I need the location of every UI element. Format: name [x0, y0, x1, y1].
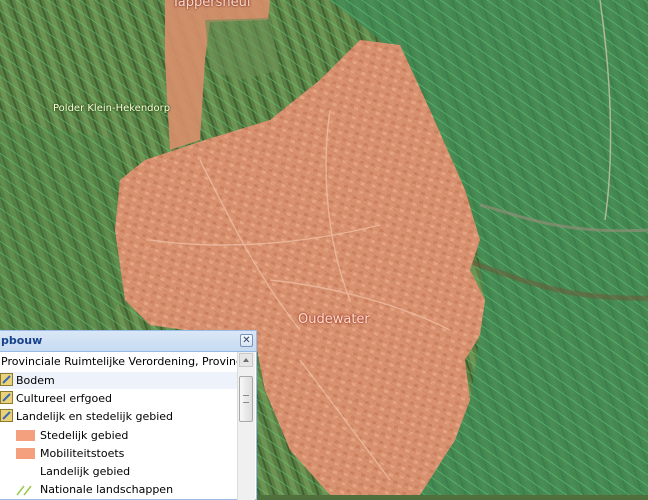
layer-label: Bodem — [16, 374, 55, 387]
green-park — [205, 18, 280, 80]
layer-label: Mobiliteitstoets — [40, 447, 125, 460]
place-label-polder-klein-hekendorp: Polder Klein-Hekendorp — [53, 103, 171, 114]
layer-group-cultureel-erfgoed[interactable]: Cultureel erfgoed — [0, 390, 237, 407]
layer-group-landelijk-en-stedelijk-gebied[interactable]: Landelijk en stedelijk gebied — [0, 408, 237, 425]
layer-group-bodem[interactable]: Bodem — [0, 372, 237, 389]
folder-layer-icon — [0, 373, 13, 386]
folder-layer-icon — [0, 391, 13, 404]
folder-layer-icon — [0, 409, 13, 422]
layer-label: Cultureel erfgoed — [16, 392, 112, 405]
scrollbar-thumb[interactable] — [239, 376, 253, 422]
layer-tree-root-label: Provinciale Ruimtelijke Verordening, Pro… — [1, 355, 237, 368]
layer-landelijk-gebied[interactable]: Landelijk gebied — [0, 463, 237, 480]
layer-label: Landelijk en stedelijk gebied — [16, 410, 173, 423]
swatch-orange — [16, 430, 35, 441]
scroll-up-arrow-icon[interactable] — [239, 353, 253, 367]
layer-tree-scrollbar[interactable] — [237, 352, 255, 500]
layer-tree: Provinciale Ruimtelijke Verordening, Pro… — [0, 352, 237, 500]
layer-panel-header: pbouw ✕ — [0, 331, 256, 352]
layer-tree-root[interactable]: Provinciale Ruimtelijke Verordening, Pro… — [0, 353, 237, 370]
swatch-orange — [16, 448, 35, 459]
layer-label: Landelijk gebied — [40, 465, 131, 478]
place-label-tappersheul: Tappersheul — [172, 0, 251, 10]
close-icon[interactable]: ✕ — [240, 334, 253, 347]
layer-label: Stedelijk gebied — [40, 429, 129, 442]
layer-label: Nationale landschappen — [40, 483, 174, 496]
layer-mobiliteitstoets[interactable]: Mobiliteitstoets — [0, 445, 237, 462]
layer-stedelijk-gebied[interactable]: Stedelijk gebied — [0, 427, 237, 444]
place-label-oudewater: Oudewater — [298, 312, 370, 327]
hatch-green-icon — [16, 485, 32, 496]
layer-panel: pbouw ✕ Provinciale Ruimtelijke Verorden… — [0, 330, 257, 500]
layer-panel-title: pbouw — [1, 334, 43, 347]
layer-nationale-landschappen[interactable]: Nationale landschappen — [0, 481, 237, 498]
